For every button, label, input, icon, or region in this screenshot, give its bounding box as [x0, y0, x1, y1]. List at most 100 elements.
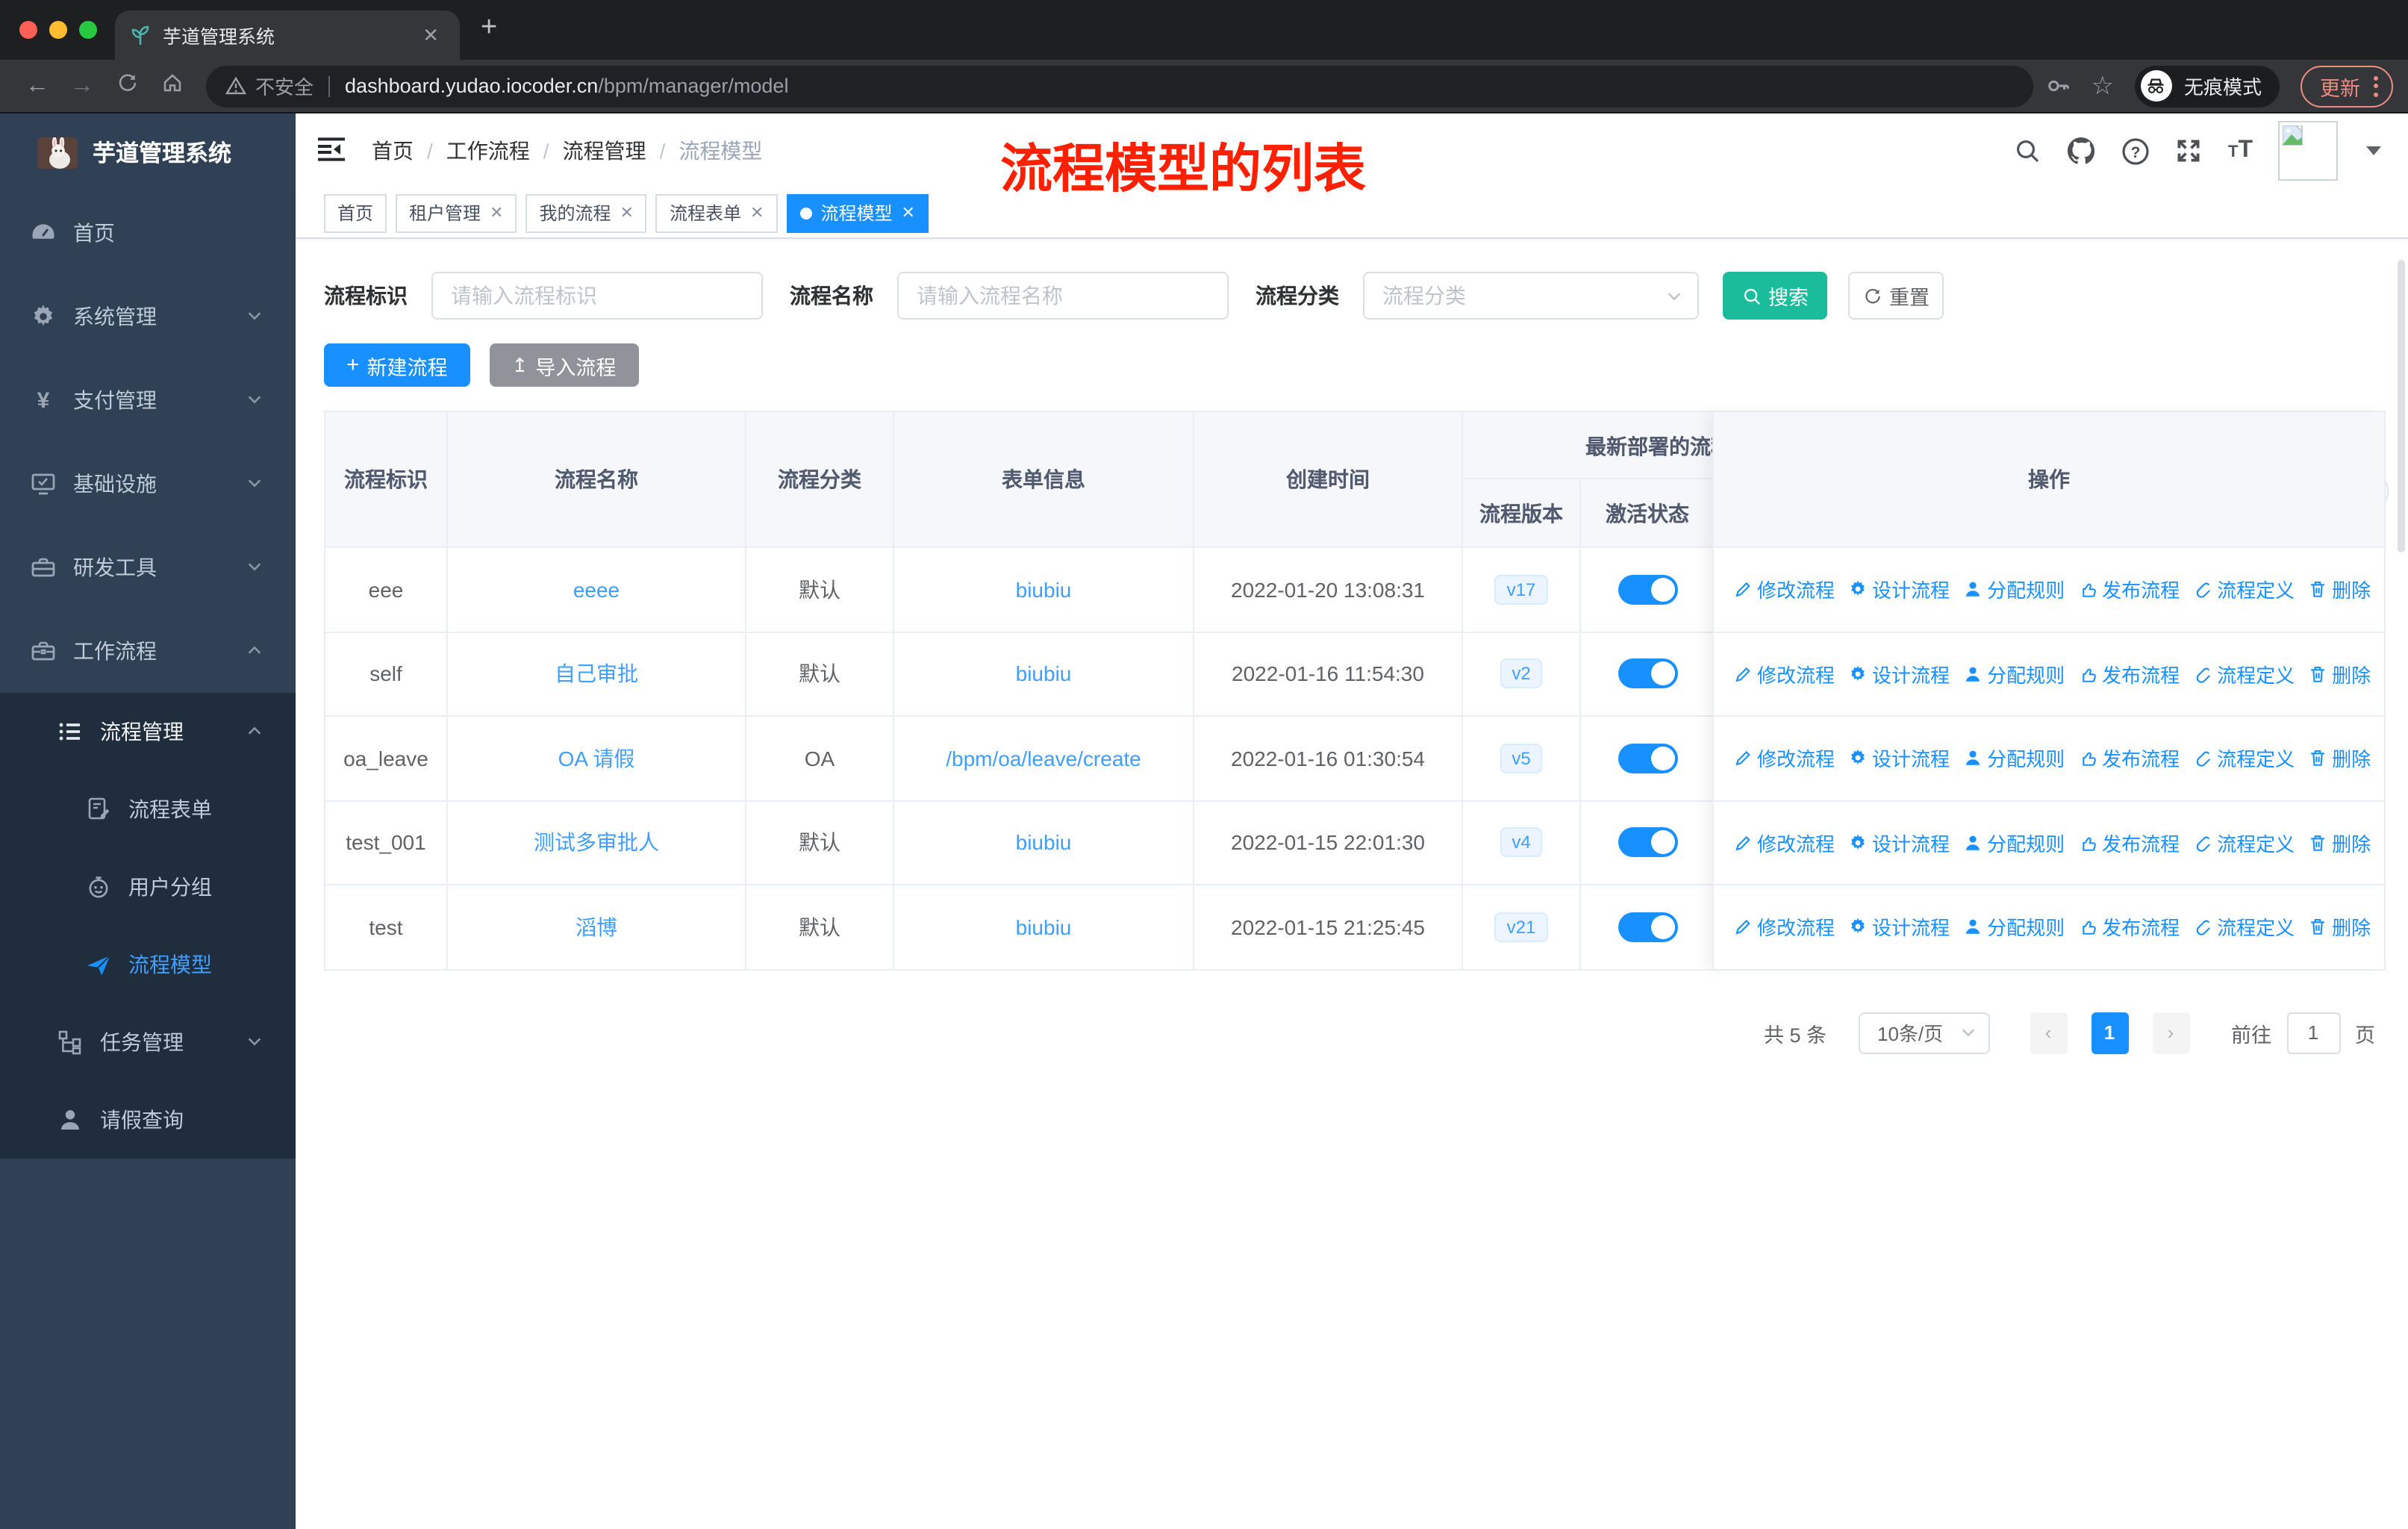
sidebar-item-home[interactable]: 首页: [0, 191, 296, 275]
tab-close-icon[interactable]: ✕: [417, 23, 445, 47]
tag-my-process[interactable]: 我的流程 ✕: [525, 193, 647, 232]
browser-update-button[interactable]: 更新: [2301, 65, 2393, 107]
filter-category-select[interactable]: 流程分类: [1363, 272, 1699, 320]
sidebar-item-payment[interactable]: ¥ 支付管理: [0, 358, 296, 442]
page-1-button[interactable]: 1: [2091, 1012, 2128, 1053]
help-icon[interactable]: ?: [2122, 137, 2150, 165]
edit-process-action[interactable]: 修改流程: [1733, 744, 1835, 773]
assign-rule-action[interactable]: 分配规则: [1963, 744, 2065, 773]
breadcrumb-process-management[interactable]: 流程管理: [563, 136, 646, 166]
breadcrumb-workflow[interactable]: 工作流程: [446, 136, 530, 166]
cell-form-link[interactable]: biubiu: [894, 885, 1194, 968]
sidebar-item-workflow[interactable]: 工作流程: [0, 609, 296, 693]
tag-process-model[interactable]: 流程模型 ✕: [786, 193, 929, 232]
cell-process-name-link[interactable]: OA 请假: [448, 717, 746, 800]
search-button[interactable]: 搜索: [1723, 272, 1827, 320]
filter-id-input[interactable]: [431, 272, 763, 320]
cell-form-link[interactable]: /bpm/oa/leave/create: [894, 717, 1194, 800]
home-icon[interactable]: [149, 71, 194, 101]
cell-form-link[interactable]: biubiu: [894, 801, 1194, 884]
cell-form-link[interactable]: biubiu: [894, 632, 1194, 715]
active-toggle[interactable]: [1618, 827, 1677, 858]
publish-process-action[interactable]: 发布流程: [2078, 660, 2180, 688]
assign-rule-action[interactable]: 分配规则: [1963, 913, 2065, 941]
close-window-button[interactable]: [19, 21, 37, 39]
edit-process-action[interactable]: 修改流程: [1733, 576, 1835, 604]
delete-action[interactable]: 删除: [2308, 576, 2371, 604]
github-icon[interactable]: [2067, 136, 2097, 166]
sidebar-item-process-form[interactable]: 流程表单: [0, 770, 296, 848]
create-process-button[interactable]: + 新建流程: [324, 343, 470, 387]
assign-rule-action[interactable]: 分配规则: [1963, 576, 2065, 604]
close-icon[interactable]: ✕: [750, 203, 764, 222]
tag-process-form[interactable]: 流程表单 ✕: [655, 193, 778, 232]
process-definition-action[interactable]: 流程定义: [2193, 576, 2295, 604]
goto-page-input[interactable]: 1: [2286, 1012, 2340, 1053]
cell-form-link[interactable]: biubiu: [894, 548, 1194, 631]
sidebar-item-process-model[interactable]: 流程模型: [0, 926, 296, 1003]
active-toggle[interactable]: [1618, 658, 1677, 689]
page-size-select[interactable]: 10条/页: [1858, 1012, 1989, 1053]
forward-icon[interactable]: →: [60, 72, 105, 99]
app-logo[interactable]: 芋道管理系统: [0, 113, 296, 191]
assign-rule-action[interactable]: 分配规则: [1963, 660, 2065, 688]
active-toggle[interactable]: [1618, 574, 1677, 605]
back-icon[interactable]: ←: [15, 72, 60, 99]
assign-rule-action[interactable]: 分配规则: [1963, 829, 2065, 857]
reload-icon[interactable]: [105, 71, 149, 101]
close-icon[interactable]: ✕: [901, 203, 914, 222]
cell-process-name-link[interactable]: 自己审批: [448, 632, 746, 715]
design-process-action[interactable]: 设计流程: [1848, 829, 1950, 857]
header-search-icon[interactable]: [2015, 137, 2042, 164]
delete-action[interactable]: 删除: [2308, 829, 2371, 857]
design-process-action[interactable]: 设计流程: [1848, 660, 1950, 688]
sidebar-item-task-management[interactable]: 任务管理: [0, 1003, 296, 1081]
design-process-action[interactable]: 设计流程: [1848, 913, 1950, 941]
publish-process-action[interactable]: 发布流程: [2078, 913, 2180, 941]
new-tab-button[interactable]: +: [481, 12, 497, 45]
design-process-action[interactable]: 设计流程: [1848, 744, 1950, 773]
edit-process-action[interactable]: 修改流程: [1733, 913, 1835, 941]
sidebar-item-infra[interactable]: 基础设施: [0, 442, 296, 526]
sidebar-item-devtools[interactable]: 研发工具: [0, 526, 296, 609]
active-toggle[interactable]: [1618, 912, 1677, 942]
process-definition-action[interactable]: 流程定义: [2193, 660, 2295, 688]
scrollbar-thumb[interactable]: [2398, 260, 2405, 552]
delete-action[interactable]: 删除: [2308, 913, 2371, 941]
filter-name-input[interactable]: [897, 272, 1229, 320]
edit-process-action[interactable]: 修改流程: [1733, 660, 1835, 688]
sidebar-item-leave-query[interactable]: 请假查询: [0, 1081, 296, 1159]
delete-action[interactable]: 删除: [2308, 660, 2371, 688]
minimize-window-button[interactable]: [49, 21, 67, 39]
browser-menu-icon[interactable]: [2374, 75, 2378, 96]
process-definition-action[interactable]: 流程定义: [2193, 744, 2295, 773]
import-process-button[interactable]: ↥ 导入流程: [489, 343, 639, 387]
password-key-icon[interactable]: [2044, 73, 2070, 99]
close-icon[interactable]: ✕: [490, 203, 503, 222]
cell-process-name-link[interactable]: 滔博: [448, 885, 746, 968]
cell-process-name-link[interactable]: eeee: [448, 548, 746, 631]
avatar[interactable]: [2278, 121, 2338, 181]
reset-button[interactable]: 重置: [1848, 272, 1944, 320]
process-definition-action[interactable]: 流程定义: [2193, 913, 2295, 941]
publish-process-action[interactable]: 发布流程: [2078, 576, 2180, 604]
sidebar-item-user-group[interactable]: 用户分组: [0, 848, 296, 926]
sidebar-collapse-icon[interactable]: [316, 136, 346, 166]
browser-tab[interactable]: 芋道管理系统 ✕: [115, 10, 460, 60]
delete-action[interactable]: 删除: [2308, 744, 2371, 773]
sidebar-item-process-management[interactable]: 流程管理: [0, 693, 296, 770]
avatar-caret-icon[interactable]: [2366, 146, 2381, 155]
cell-process-name-link[interactable]: 测试多审批人: [448, 801, 746, 884]
tag-home[interactable]: 首页: [324, 193, 387, 232]
tag-tenant[interactable]: 租户管理 ✕: [396, 193, 517, 232]
process-definition-action[interactable]: 流程定义: [2193, 829, 2295, 857]
breadcrumb-home[interactable]: 首页: [372, 136, 414, 166]
prev-page-button[interactable]: ‹: [2030, 1012, 2067, 1053]
active-toggle[interactable]: [1618, 743, 1677, 773]
design-process-action[interactable]: 设计流程: [1848, 576, 1950, 604]
publish-process-action[interactable]: 发布流程: [2078, 829, 2180, 857]
bookmark-star-icon[interactable]: ☆: [2091, 71, 2114, 101]
close-icon[interactable]: ✕: [620, 203, 634, 222]
sidebar-item-system[interactable]: 系统管理: [0, 275, 296, 358]
security-chip[interactable]: 不安全: [225, 72, 314, 100]
